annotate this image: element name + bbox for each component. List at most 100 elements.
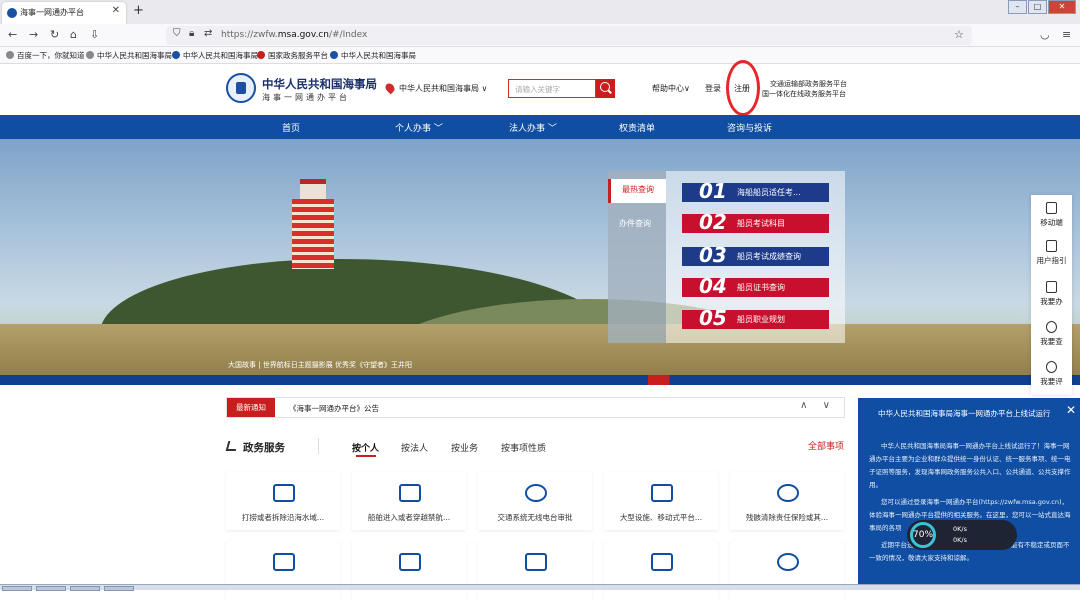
maximize-button[interactable]: □ bbox=[1028, 0, 1047, 14]
tab-case-query[interactable]: 办件查询 bbox=[608, 213, 666, 237]
transport-platform-link[interactable]: 交通运输部政务服务平台 bbox=[770, 79, 847, 89]
browser-tab[interactable]: 海事一网通办平台 ✕ bbox=[2, 2, 126, 24]
url-path: /#/Index bbox=[328, 30, 368, 40]
taskbar-item[interactable] bbox=[2, 586, 32, 591]
site-title[interactable]: 中华人民共和国海事局 bbox=[262, 76, 377, 92]
bookmark-item[interactable]: 中华人民共和国海事局 bbox=[172, 50, 258, 61]
notice-scroll-arrows[interactable]: ∧ ∨ bbox=[800, 400, 836, 411]
query-item[interactable]: 03 船员考试成绩查询 bbox=[682, 243, 829, 267]
banner-stripe bbox=[0, 375, 1080, 385]
bookmark-star-icon[interactable]: ☆ bbox=[954, 28, 964, 41]
login-link[interactable]: 登录 bbox=[705, 83, 721, 94]
query-item[interactable]: 02 船员考试科目 bbox=[682, 210, 829, 234]
query-item[interactable]: 04 船员证书查询 bbox=[682, 274, 829, 298]
minimize-button[interactable]: – bbox=[1008, 0, 1027, 14]
certificate-icon bbox=[525, 553, 547, 571]
lock-icon[interactable]: 🔒︎ bbox=[189, 28, 194, 39]
search-input[interactable]: 请输入关键字 bbox=[508, 79, 596, 98]
site-favicon-icon bbox=[7, 8, 17, 18]
chevron-down-icon: ﹀ bbox=[547, 124, 557, 134]
taskbar-item[interactable] bbox=[70, 586, 100, 591]
sidebar-rate[interactable]: 我要评 bbox=[1031, 361, 1072, 387]
back-icon[interactable]: ← bbox=[8, 28, 17, 41]
sidebar-apply[interactable]: 我要办 bbox=[1031, 281, 1072, 307]
menu-icon[interactable]: ≡ bbox=[1062, 28, 1071, 41]
sidebar-search[interactable]: 我要查 bbox=[1031, 321, 1072, 347]
msa-logo[interactable] bbox=[226, 73, 256, 103]
sidebar-mobile[interactable]: 移动端 bbox=[1031, 202, 1072, 228]
tab-by-person[interactable]: 按个人 bbox=[352, 441, 379, 454]
registration-icon bbox=[777, 553, 799, 571]
salvage-icon bbox=[273, 484, 295, 502]
bookmark-item[interactable]: 百度一下，你就知道 bbox=[6, 50, 85, 61]
service-card[interactable] bbox=[478, 541, 592, 599]
notice-badge: 最新通知 bbox=[227, 398, 275, 417]
taskbar-item[interactable] bbox=[36, 586, 66, 591]
close-tab-icon[interactable]: ✕ bbox=[112, 5, 120, 16]
announcement-popup: 中华人民共和国海事局海事一网通办平台上线试运行 ✕ 中华人民共和国海事局海事一网… bbox=[858, 398, 1080, 590]
right-sidebar: 移动端 用户指引 我要办 我要查 我要评 bbox=[1031, 195, 1072, 395]
service-card[interactable]: 大型设施、移动式平台... bbox=[604, 472, 718, 530]
banner-caption: 大国故事 | 世界航标日主题摄影展 优秀奖《守望者》王井阳 bbox=[228, 361, 413, 369]
url-domain: msa.gov.cn bbox=[277, 30, 329, 40]
tab-by-legal-person[interactable]: 按法人 bbox=[401, 441, 428, 454]
home-icon[interactable]: ⌂ bbox=[70, 28, 77, 41]
tab-by-business[interactable]: 按业务 bbox=[451, 441, 478, 454]
nav-consult-complaint[interactable]: 咨询与投诉 bbox=[727, 121, 772, 134]
reload-icon[interactable]: ↻ bbox=[50, 28, 59, 41]
service-card[interactable] bbox=[352, 541, 466, 599]
edit-icon bbox=[225, 441, 239, 451]
divider bbox=[318, 438, 319, 454]
tab-hot-query[interactable]: 最热查询 bbox=[608, 179, 666, 203]
tab-title: 海事一网通办平台 bbox=[20, 8, 84, 17]
document-icon bbox=[399, 553, 421, 571]
service-card[interactable]: 打捞或者拆除沿海水域... bbox=[226, 472, 340, 530]
nav-personal[interactable]: 个人办事 ﹀ bbox=[395, 121, 443, 134]
bookmark-item[interactable]: 中华人民共和国海事局 bbox=[86, 50, 172, 61]
query-item[interactable]: 01 海船船员适任考... bbox=[682, 179, 829, 203]
new-tab-button[interactable]: + bbox=[133, 3, 144, 18]
all-items-link[interactable]: 全部事项 bbox=[808, 439, 844, 452]
national-platform-link[interactable]: 国一体化在线政务服务平台 bbox=[762, 89, 846, 99]
site-subtitle: 海事一网通办平台 bbox=[262, 93, 350, 102]
taskbar-item[interactable] bbox=[104, 586, 134, 591]
sidebar-guide[interactable]: 用户指引 bbox=[1031, 240, 1072, 266]
globe-icon bbox=[6, 51, 14, 59]
service-card[interactable] bbox=[226, 541, 340, 599]
close-icon[interactable]: ✕ bbox=[1066, 403, 1076, 417]
permissions-icon[interactable]: ⇄ bbox=[204, 28, 212, 39]
site-header: 中华人民共和国海事局 海事一网通办平台 中华人民共和国海事局 ∨ 请输入关键字 … bbox=[0, 60, 1080, 116]
query-item[interactable]: 05 船员职业规划 bbox=[682, 306, 829, 330]
service-card[interactable]: 交通系统无线电台审批 bbox=[478, 472, 592, 530]
location-selector[interactable]: 中华人民共和国海事局 ∨ bbox=[399, 83, 487, 94]
forward-icon[interactable]: → bbox=[29, 28, 38, 41]
bookmark-item[interactable]: 中华人民共和国海事局 bbox=[330, 50, 416, 61]
insurance-icon bbox=[777, 484, 799, 502]
service-card[interactable]: 船舶进入或者穿越禁航... bbox=[352, 472, 466, 530]
nav-home[interactable]: 首页 bbox=[282, 121, 300, 134]
browser-nav-bar: ← → ↻ ⌂ ⇩ ⛉ 🔒︎ ⇄ https://zwfw.msa.gov.cn… bbox=[0, 24, 1080, 47]
address-bar[interactable]: ⛉ 🔒︎ ⇄ https://zwfw.msa.gov.cn/#/Index ☆ bbox=[166, 26, 972, 45]
window-close-button[interactable]: ✕ bbox=[1048, 0, 1076, 14]
service-card[interactable] bbox=[730, 541, 844, 599]
download-icon[interactable]: ⇩ bbox=[90, 28, 99, 41]
location-pin-icon bbox=[383, 81, 397, 95]
tab-by-nature[interactable]: 按事项性质 bbox=[501, 441, 546, 454]
bookmark-item[interactable]: 国家政务服务平台 bbox=[257, 50, 328, 61]
nav-legal-person[interactable]: 法人办事 ﹀ bbox=[509, 121, 557, 134]
help-center-link[interactable]: 帮助中心∨ bbox=[652, 83, 690, 94]
globe-icon bbox=[86, 51, 94, 59]
url-text[interactable]: https://zwfw.msa.gov.cn/#/Index bbox=[221, 30, 367, 40]
search-button[interactable] bbox=[596, 79, 615, 98]
service-card[interactable]: 残骸清除责任保险或其... bbox=[730, 472, 844, 530]
notice-text[interactable]: 《海事一网通办平台》公告 bbox=[289, 403, 379, 414]
msa-favicon-icon bbox=[172, 51, 180, 59]
network-speed-widget[interactable]: 70% 0K/s 0K/s bbox=[907, 520, 1017, 550]
guide-icon bbox=[1046, 240, 1057, 252]
river-icon bbox=[273, 553, 295, 571]
shield-icon[interactable]: ⛉ bbox=[173, 28, 181, 39]
pocket-icon[interactable]: ◡ bbox=[1040, 28, 1050, 41]
main-nav: 首页 个人办事 ﹀ 法人办事 ﹀ 权责清单 咨询与投诉 bbox=[0, 115, 1080, 139]
nav-responsibility-list[interactable]: 权责清单 bbox=[619, 121, 655, 134]
service-card[interactable] bbox=[604, 541, 718, 599]
